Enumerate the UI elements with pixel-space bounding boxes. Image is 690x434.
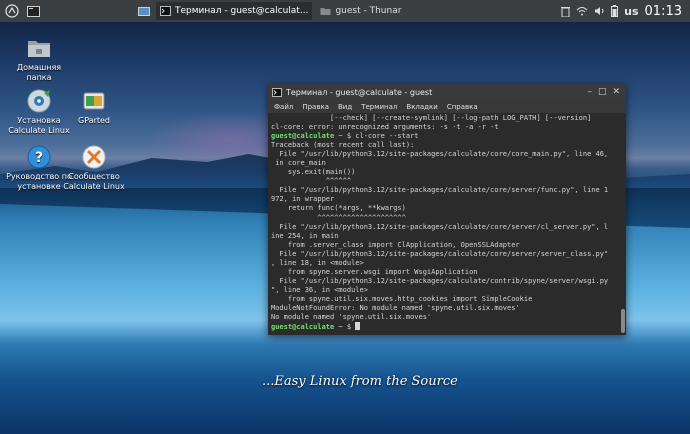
desktop-icon-community[interactable]: Сообщество Calculate Linux bbox=[60, 144, 128, 192]
system-tray: us 01:13 bbox=[561, 4, 690, 19]
battery-icon[interactable] bbox=[611, 5, 619, 17]
desktop-icon bbox=[26, 5, 40, 17]
terminal-line: Traceback (most recent call last): bbox=[271, 141, 415, 150]
menu-view[interactable]: Вид bbox=[338, 103, 352, 111]
terminal-line: File "/usr/lib/python3.12/site-packages/… bbox=[271, 186, 609, 195]
terminal-line: return func(*args, **kwargs) bbox=[271, 204, 406, 213]
menu-terminal[interactable]: Терминал bbox=[361, 103, 397, 111]
apps-menu-button[interactable] bbox=[2, 2, 22, 20]
gparted-icon bbox=[81, 88, 107, 114]
help-icon: ? bbox=[26, 144, 52, 170]
window-titlebar[interactable]: Терминал - guest@calculate - guest – □ ✕ bbox=[268, 84, 626, 100]
menu-tabs[interactable]: Вкладки bbox=[406, 103, 437, 111]
disc-icon bbox=[26, 88, 52, 114]
maximize-icon[interactable]: □ bbox=[598, 87, 607, 97]
folder-icon bbox=[320, 8, 331, 15]
desktop-icon-gparted[interactable]: GParted bbox=[60, 88, 128, 126]
terminal-output[interactable]: [--check] [--create-symlink] [--log-path… bbox=[268, 113, 620, 335]
text-cursor bbox=[355, 322, 361, 331]
terminal-line: No module named 'spyne.util.six.moves' bbox=[271, 313, 432, 322]
menu-edit[interactable]: Правка bbox=[302, 103, 329, 111]
terminal-line: from spyne.server.wsgi import WsgiApplic… bbox=[271, 267, 478, 276]
taskbar-item-label: guest - Thunar bbox=[335, 6, 402, 16]
workspace-icon bbox=[138, 6, 150, 16]
clock[interactable]: 01:13 bbox=[645, 4, 682, 19]
terminal-scrollbar[interactable] bbox=[620, 113, 626, 335]
menu-file[interactable]: Файл bbox=[274, 103, 293, 111]
workspace-switcher[interactable] bbox=[136, 2, 152, 20]
wallpaper-slogan: ...Easy Linux from the Source bbox=[262, 374, 458, 389]
command-text: ~ $ cl-core --start bbox=[334, 132, 419, 141]
terminal-line: from .server_class import ClApplication,… bbox=[271, 240, 520, 249]
taskbar-item-thunar[interactable]: guest - Thunar bbox=[316, 2, 405, 20]
volume-icon[interactable] bbox=[594, 6, 605, 16]
scrollbar-thumb[interactable] bbox=[621, 309, 625, 333]
taskbar-item-label: Терминал - guest@calculat... bbox=[175, 6, 309, 16]
terminal-prompt-line: guest@calculate ~ $ bbox=[271, 322, 617, 332]
keyboard-layout[interactable]: us bbox=[624, 5, 638, 18]
menu-help[interactable]: Справка bbox=[447, 103, 478, 111]
terminal-line: , line 18, in <module> bbox=[271, 258, 364, 267]
desktop-icon-home-folder[interactable]: Домашняя папка bbox=[5, 35, 73, 83]
terminal-line: File "/usr/lib/python3.12/site-packages/… bbox=[271, 150, 609, 159]
terminal-command-line: guest@calculate ~ $ cl-core --start bbox=[271, 132, 617, 141]
network-icon[interactable] bbox=[576, 6, 588, 16]
community-icon bbox=[81, 144, 107, 170]
terminal-line: File "/usr/lib/python3.12/site-packages/… bbox=[271, 276, 609, 285]
terminal-line: ^^^^^^^^^^^^^^^^^^^^^ bbox=[271, 213, 406, 222]
prompt-suffix: ~ $ bbox=[334, 323, 356, 332]
trash-icon[interactable] bbox=[561, 6, 571, 17]
terminal-line: [--check] [--create-symlink] [--log-path… bbox=[271, 114, 592, 122]
prompt-user: guest@calculate bbox=[271, 132, 335, 141]
terminal-line: File "/usr/lib/python3.12/site-packages/… bbox=[271, 249, 609, 258]
window-title: Терминал - guest@calculate - guest bbox=[286, 87, 433, 97]
top-panel: Терминал - guest@calculat... guest - Thu… bbox=[0, 0, 690, 22]
terminal-line: in core_main bbox=[271, 159, 326, 168]
terminal-line: ModuleNotFoundError: No module named 'sp… bbox=[271, 303, 520, 312]
show-desktop-button[interactable] bbox=[24, 2, 42, 20]
prompt-user: guest@calculate bbox=[271, 323, 335, 332]
menu-bar: Файл Правка Вид Терминал Вкладки Справка bbox=[268, 100, 626, 113]
terminal-icon bbox=[272, 87, 282, 97]
minimize-icon[interactable]: – bbox=[587, 87, 592, 97]
close-icon[interactable]: ✕ bbox=[612, 87, 620, 97]
terminal-line: File "/usr/lib/python3.12/site-packages/… bbox=[271, 222, 609, 231]
terminal-line: 972, in wrapper bbox=[271, 195, 335, 204]
terminal-window[interactable]: Терминал - guest@calculate - guest – □ ✕… bbox=[268, 84, 626, 335]
desktop-icon-label: Домашняя папка bbox=[16, 63, 62, 82]
folder-icon bbox=[26, 35, 52, 61]
apps-menu-icon bbox=[5, 4, 19, 18]
terminal-line: from spyne.util.six.moves.http_cookies i… bbox=[271, 294, 533, 303]
terminal-line: ", line 36, in <module> bbox=[271, 285, 368, 294]
terminal-icon bbox=[160, 6, 171, 16]
terminal-line: ^^^^^^ bbox=[271, 177, 352, 186]
terminal-line: cl-core: error: unrecognized arguments: … bbox=[271, 123, 499, 132]
terminal-line: ine 254, in main bbox=[271, 231, 339, 240]
svg-text:?: ? bbox=[35, 150, 43, 166]
desktop-icon-label: Сообщество Calculate Linux bbox=[63, 172, 125, 191]
taskbar-item-terminal[interactable]: Терминал - guest@calculat... bbox=[156, 2, 313, 20]
desktop-icon-label: GParted bbox=[78, 116, 110, 125]
terminal-line: sys.exit(main()) bbox=[271, 168, 356, 177]
